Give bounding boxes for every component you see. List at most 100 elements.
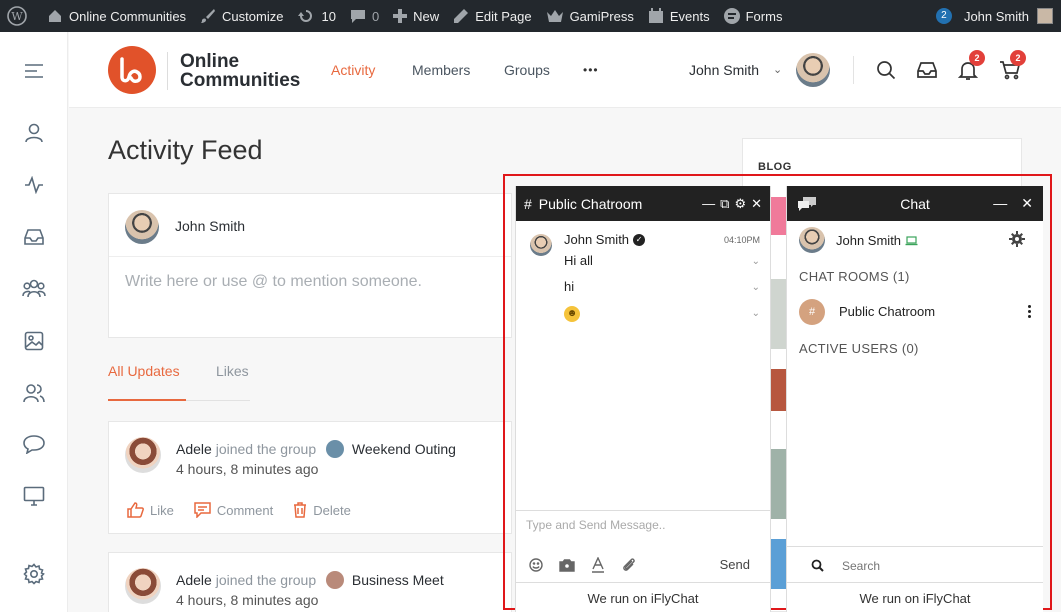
- admin-bar-avatar[interactable]: [1037, 8, 1053, 24]
- room-item-public-chatroom[interactable]: Public Chatroom: [839, 304, 935, 319]
- tab-all-updates[interactable]: All Updates: [108, 363, 180, 379]
- admin-bar-forms[interactable]: Forms: [717, 0, 790, 32]
- chatroom-title: Public Chatroom: [538, 195, 643, 212]
- message-emoji: ☻: [564, 304, 580, 322]
- footer-separator: [787, 582, 1043, 583]
- cart-icon[interactable]: 2: [999, 50, 1026, 82]
- room-badge[interactable]: #: [799, 299, 825, 325]
- footer-separator: [516, 582, 770, 583]
- nav-more[interactable]: •••: [583, 63, 599, 77]
- admin-bar-comments[interactable]: 0: [343, 0, 386, 32]
- tab-likes[interactable]: Likes: [216, 363, 249, 379]
- admin-bar-site[interactable]: Online Communities: [40, 0, 193, 32]
- edit-page-label: Edit Page: [475, 8, 532, 24]
- gear-icon[interactable]: ⚙: [734, 196, 746, 212]
- header-avatar[interactable]: [796, 53, 830, 87]
- activity-composer[interactable]: John Smith Write here or use @ to mentio…: [108, 193, 512, 338]
- like-button[interactable]: Like: [127, 502, 174, 518]
- header-user-name[interactable]: John Smith: [689, 62, 759, 78]
- group-thumbnail[interactable]: [326, 571, 345, 589]
- header-separator: [853, 56, 854, 84]
- site-title[interactable]: Online Communities: [180, 52, 300, 90]
- more-vertical-icon[interactable]: [1028, 305, 1031, 318]
- notifications-bell-icon[interactable]: 2: [957, 50, 985, 82]
- activity-avatar[interactable]: [125, 568, 161, 604]
- minimize-icon[interactable]: —: [702, 196, 715, 211]
- message-avatar[interactable]: [530, 234, 552, 256]
- home-icon: [49, 10, 61, 22]
- activity-avatar[interactable]: [125, 437, 161, 473]
- chatroom-header[interactable]: # Public Chatroom — ⧉ ⚙ ✕: [516, 186, 770, 221]
- minimize-icon[interactable]: —: [993, 195, 1007, 212]
- nav-activity[interactable]: Activity: [331, 62, 375, 78]
- admin-bar-notification-badge[interactable]: 2: [935, 8, 952, 24]
- menu-toggle-icon[interactable]: [22, 59, 46, 83]
- chat-user: John Smith: [836, 233, 918, 248]
- admin-bar-user[interactable]: John Smith: [964, 9, 1029, 24]
- crown-icon: [546, 10, 563, 22]
- chat-user-avatar[interactable]: [799, 227, 825, 253]
- close-icon[interactable]: ✕: [751, 196, 762, 212]
- search-icon[interactable]: [876, 60, 898, 82]
- groups-icon[interactable]: [22, 276, 46, 300]
- settings-gear-icon[interactable]: [22, 562, 46, 586]
- admin-bar-gamipress[interactable]: GamiPress: [539, 0, 641, 32]
- photos-icon[interactable]: [22, 329, 46, 353]
- chat-list-footer[interactable]: We run on iFlyChat: [787, 591, 1043, 606]
- composer-input[interactable]: Write here or use @ to mention someone.: [125, 273, 422, 291]
- messages-inbox-icon[interactable]: [917, 60, 939, 82]
- admin-bar-events[interactable]: Events: [641, 0, 717, 32]
- profile-icon[interactable]: [22, 121, 46, 145]
- site-name: Online Communities: [69, 8, 187, 24]
- composer-user-name: John Smith: [175, 218, 246, 234]
- chat-user-name[interactable]: John Smith: [836, 233, 901, 248]
- chat-list-header[interactable]: Chat — ✕: [787, 186, 1043, 221]
- search-separator: [787, 546, 1043, 547]
- activity-icon[interactable]: [22, 173, 46, 197]
- site-logo[interactable]: [108, 46, 156, 94]
- forms-icon: [723, 8, 740, 24]
- input-separator: [516, 510, 770, 511]
- logo-divider: [167, 52, 168, 90]
- activity-group[interactable]: Weekend Outing: [352, 441, 456, 457]
- nav-members[interactable]: Members: [412, 62, 470, 78]
- chevron-down-icon[interactable]: ⌄: [752, 282, 760, 293]
- activity-user[interactable]: Adele: [176, 572, 212, 588]
- admin-bar-edit-page[interactable]: Edit Page: [446, 0, 538, 32]
- emoji-icon[interactable]: [529, 558, 543, 572]
- settings-gear-icon[interactable]: [1009, 231, 1025, 247]
- updates-count: 10: [321, 8, 336, 24]
- wordpress-logo-icon[interactable]: W: [0, 0, 40, 32]
- inbox-icon[interactable]: [22, 225, 46, 249]
- verified-icon: ✓: [633, 233, 646, 246]
- chat-search-input[interactable]: [842, 559, 1022, 573]
- popout-icon[interactable]: ⧉: [720, 196, 729, 212]
- chat-list-window: Chat — ✕ John Smith CHAT ROOMS (1) # Pub…: [786, 186, 1043, 612]
- activity-time: 4 hours, 8 minutes ago: [176, 592, 319, 608]
- delete-button[interactable]: Delete: [293, 502, 351, 518]
- message-input[interactable]: Type and Send Message..: [526, 518, 665, 532]
- admin-bar-customize[interactable]: Customize: [193, 0, 290, 32]
- chevron-down-icon[interactable]: ⌄: [752, 256, 760, 267]
- members-icon[interactable]: [22, 381, 46, 405]
- close-icon[interactable]: ✕: [1021, 195, 1033, 212]
- camera-icon[interactable]: [559, 558, 575, 572]
- activity-action: joined the group: [215, 441, 317, 457]
- group-thumbnail[interactable]: [326, 440, 345, 458]
- comment-button[interactable]: Comment: [194, 502, 273, 518]
- chevron-down-icon[interactable]: ⌄: [773, 63, 782, 76]
- paperclip-icon[interactable]: [621, 557, 637, 573]
- message-sender-name[interactable]: John Smith: [564, 232, 629, 247]
- forums-icon[interactable]: [22, 432, 46, 456]
- chatroom-footer[interactable]: We run on iFlyChat: [516, 591, 770, 606]
- text-format-icon[interactable]: [591, 557, 605, 573]
- activity-group[interactable]: Business Meet: [352, 572, 444, 588]
- chevron-down-icon[interactable]: ⌄: [752, 308, 760, 319]
- admin-bar-new[interactable]: New: [386, 0, 446, 32]
- admin-bar-updates[interactable]: 10: [290, 0, 342, 32]
- nav-groups[interactable]: Groups: [504, 62, 550, 78]
- brush-icon: [201, 9, 216, 23]
- monitor-icon[interactable]: [22, 484, 46, 508]
- send-button[interactable]: Send: [720, 557, 750, 572]
- activity-user[interactable]: Adele: [176, 441, 212, 457]
